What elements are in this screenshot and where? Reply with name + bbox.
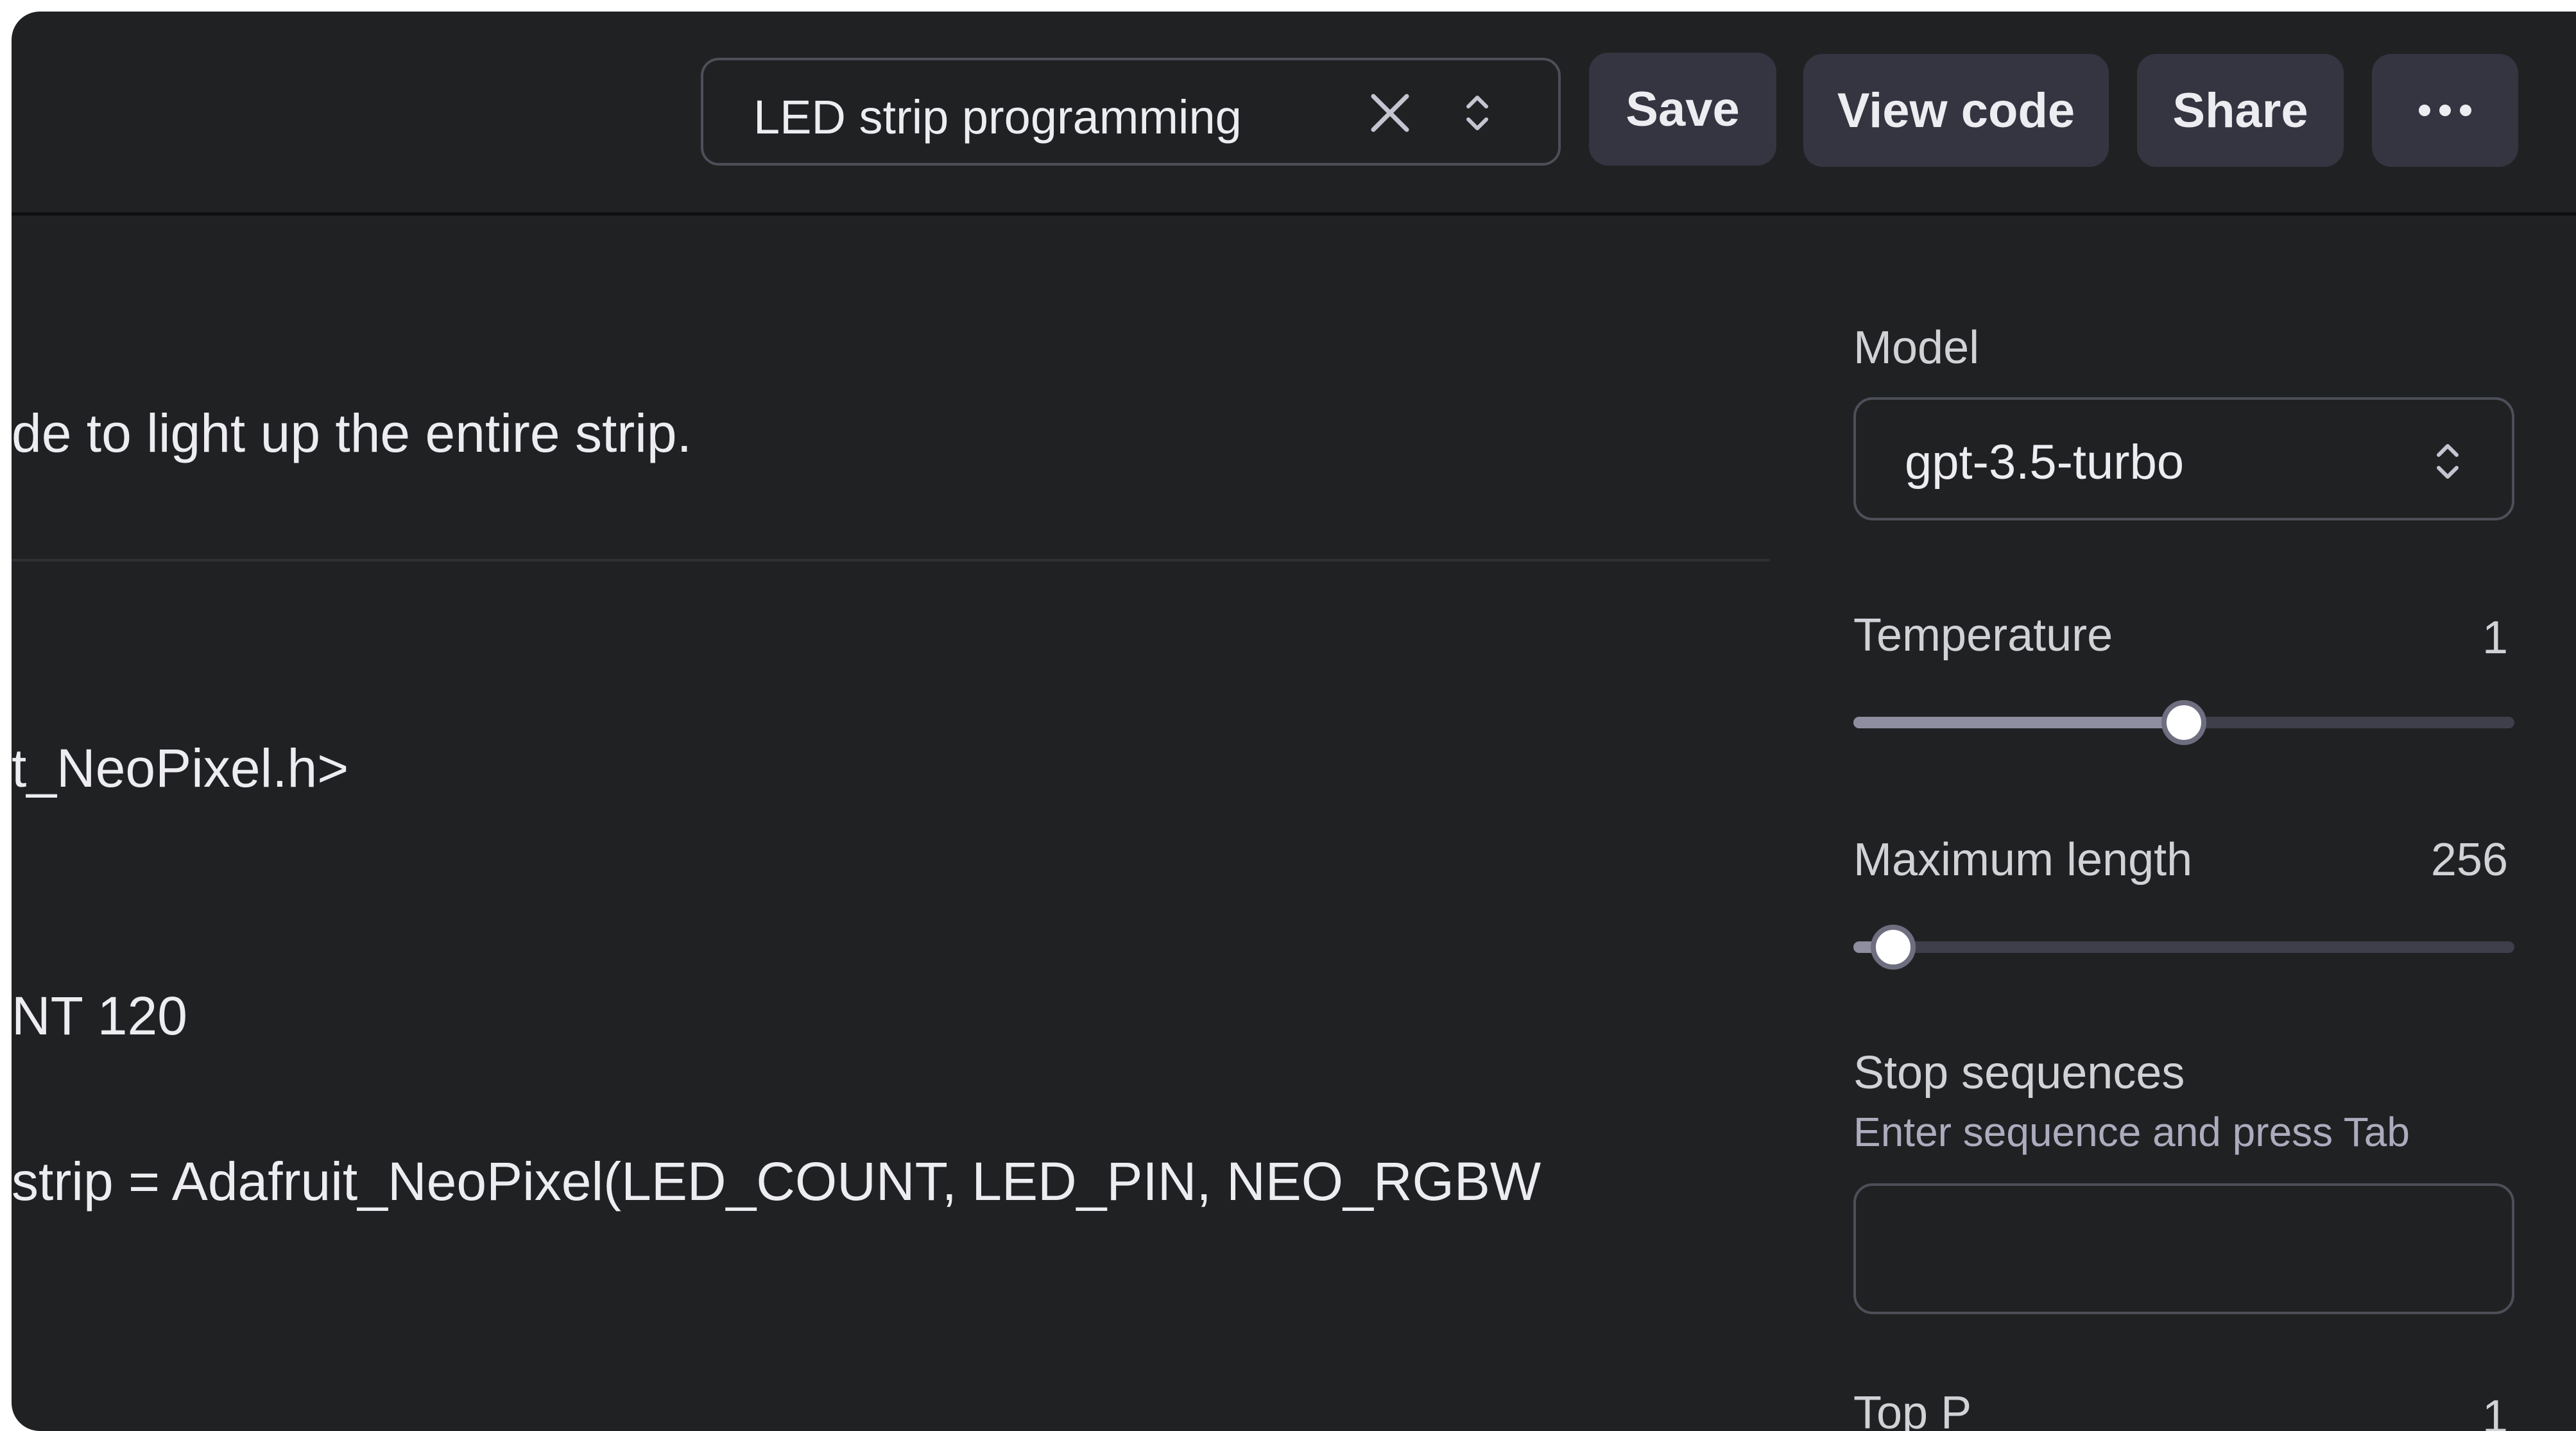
chevron-up-down-icon xyxy=(2437,444,2459,479)
preset-name: LED strip programming xyxy=(753,90,1242,144)
save-button[interactable]: Save xyxy=(1589,53,1776,166)
temperature-slider[interactable] xyxy=(1853,700,2514,745)
stop-sequences-hint: Enter sequence and press Tab xyxy=(1853,1109,2410,1155)
playground-window: LED strip programming Save View code Sha… xyxy=(12,12,2576,1431)
editor-line: de to light up the entire strip. xyxy=(12,403,692,463)
chevron-up-down-icon[interactable] xyxy=(1458,87,1497,139)
model-select[interactable]: gpt-3.5-turbo xyxy=(1853,397,2514,520)
temperature-value: 1 xyxy=(2482,612,2508,664)
max-length-value: 256 xyxy=(2430,834,2508,886)
more-options-button[interactable] xyxy=(2372,54,2518,167)
top-p-label: Top P xyxy=(1853,1387,1972,1431)
more-horizontal-icon xyxy=(2419,105,2471,116)
stop-sequences-input[interactable] xyxy=(1853,1183,2514,1314)
prompt-editor[interactable]: de to light up the entire strip. t_NeoPi… xyxy=(12,219,1770,1431)
editor-line: NT 120 xyxy=(12,986,187,1046)
temperature-label: Temperature xyxy=(1853,610,2113,661)
model-value: gpt-3.5-turbo xyxy=(1905,435,2185,490)
view-code-button[interactable]: View code xyxy=(1803,54,2109,167)
editor-line: t_NeoPixel.h> xyxy=(12,738,349,798)
max-length-slider[interactable] xyxy=(1853,925,2514,970)
top-p-value: 1 xyxy=(2482,1391,2508,1431)
editor-line: strip = Adafruit_NeoPixel(LED_COUNT, LED… xyxy=(12,1151,1541,1212)
close-icon[interactable] xyxy=(1364,87,1416,139)
share-button[interactable]: Share xyxy=(2137,54,2344,167)
temperature-slider-thumb[interactable] xyxy=(2161,700,2206,745)
stop-sequences-label: Stop sequences xyxy=(1853,1047,2185,1099)
top-bar: LED strip programming Save View code Sha… xyxy=(12,12,2576,216)
max-length-label: Maximum length xyxy=(1853,834,2193,886)
editor-divider xyxy=(12,559,1770,561)
settings-panel: Model gpt-3.5-turbo Temperature 1 Maximu… xyxy=(1853,219,2527,1431)
preset-selector[interactable]: LED strip programming xyxy=(701,58,1561,166)
model-label: Model xyxy=(1853,322,1980,373)
temperature-fill xyxy=(1853,717,2184,728)
max-length-slider-thumb[interactable] xyxy=(1870,925,1916,970)
